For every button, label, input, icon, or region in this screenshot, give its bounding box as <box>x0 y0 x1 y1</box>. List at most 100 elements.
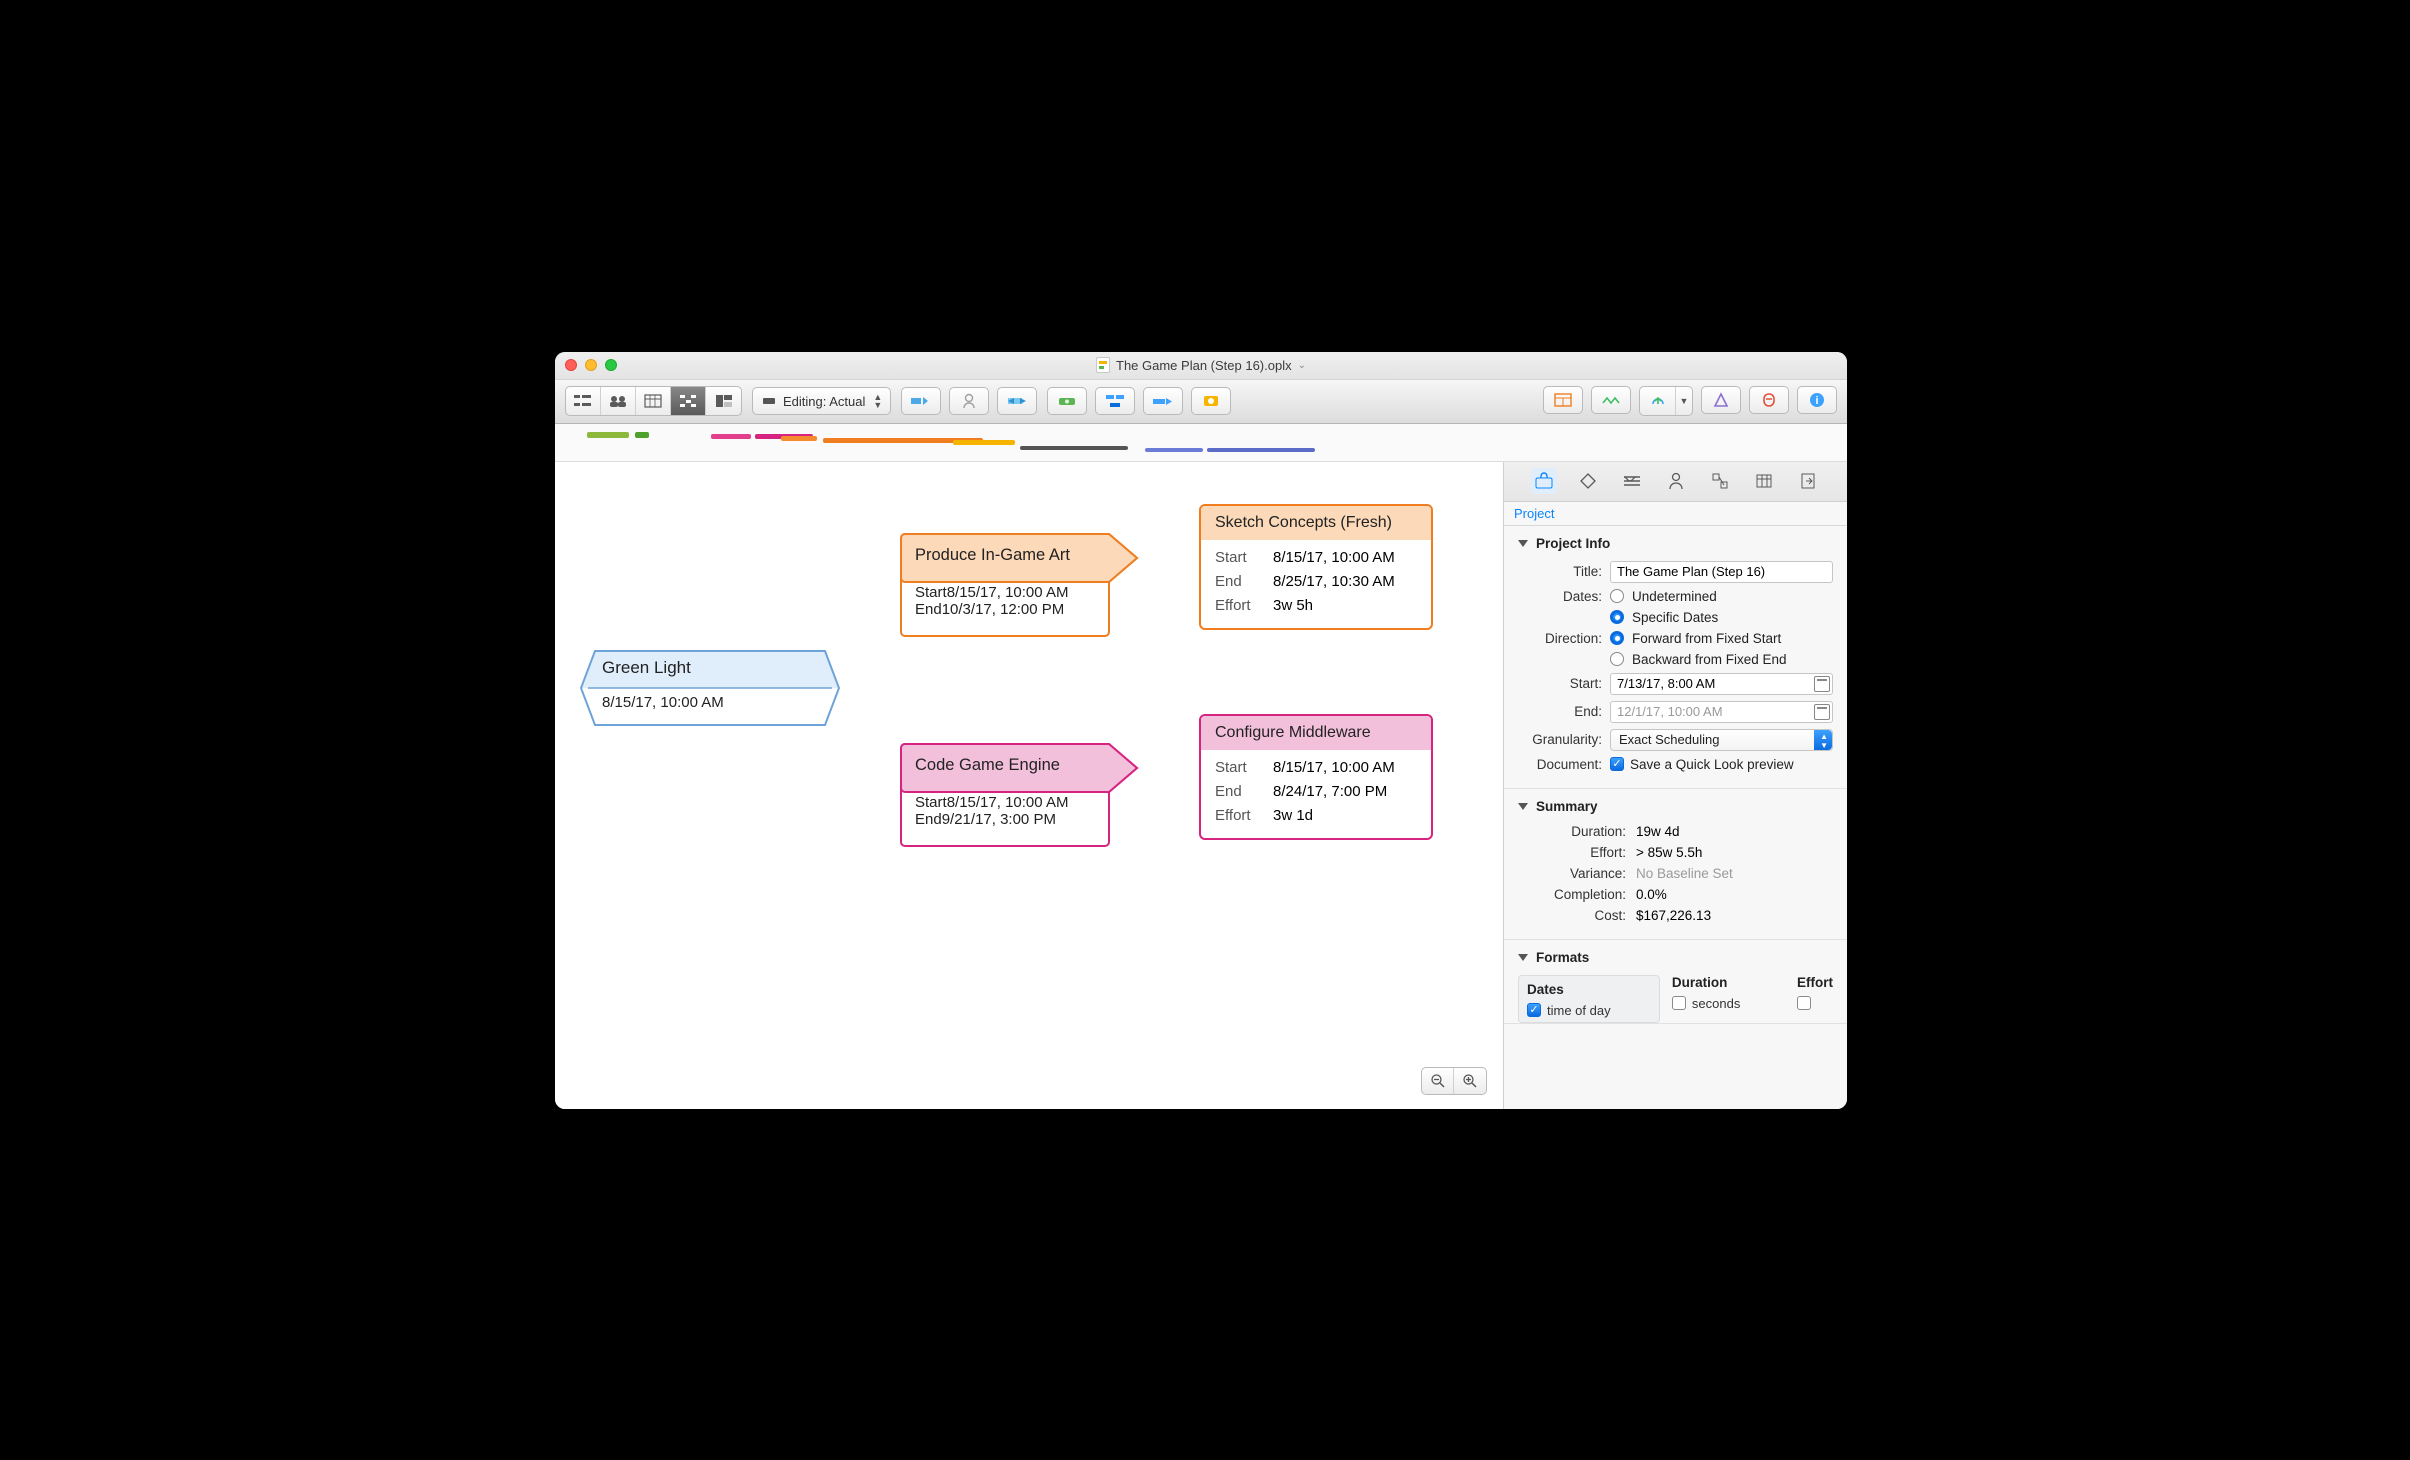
editing-mode-popup[interactable]: Editing: Actual ▲▼ <box>752 387 891 415</box>
duration-seconds-checkbox[interactable] <box>1672 996 1686 1010</box>
node-end: 8/25/17, 10:30 AM <box>1273 570 1395 594</box>
tab-custom-data[interactable] <box>1707 468 1733 494</box>
cost-value: $167,226.13 <box>1636 908 1833 923</box>
tab-milestones[interactable] <box>1575 468 1601 494</box>
project-title-input[interactable] <box>1610 561 1833 583</box>
publish-button[interactable]: ▼ <box>1639 386 1693 416</box>
node-start: 8/15/17, 10:00 AM <box>1273 756 1395 780</box>
disclosure-triangle-icon[interactable] <box>1518 540 1528 547</box>
formats-effort-heading: Effort <box>1797 975 1833 990</box>
dates-specific-radio[interactable] <box>1610 610 1624 624</box>
end-label: End <box>915 811 942 828</box>
quicklook-checkbox[interactable] <box>1610 757 1624 771</box>
calendar-icon[interactable] <box>1814 676 1830 692</box>
node-start: 8/15/17, 10:00 AM <box>947 584 1069 601</box>
milestone-date: 8/15/17, 10:00 AM <box>602 694 724 711</box>
node-end: 8/24/17, 7:00 PM <box>1273 780 1387 804</box>
node-start: 8/15/17, 10:00 AM <box>947 794 1069 811</box>
change-tracking-button[interactable] <box>1701 386 1741 414</box>
node-code-engine[interactable]: Code Game Engine Start8/15/17, 10:00 AM … <box>899 742 1084 836</box>
view-network-button[interactable] <box>671 387 706 415</box>
effort-label: Effort <box>1215 804 1263 828</box>
node-sketch-concepts[interactable]: Sketch Concepts (Fresh) Start8/15/17, 10… <box>1199 504 1433 630</box>
effort-label: Effort <box>1215 594 1263 618</box>
node-title: Sketch Concepts (Fresh) <box>1201 506 1431 540</box>
tab-export[interactable] <box>1795 468 1821 494</box>
window-minimize-button[interactable] <box>585 359 597 371</box>
node-produce-art[interactable]: Produce In-Game Art Start8/15/17, 10:00 … <box>899 532 1086 626</box>
view-styles-button[interactable] <box>706 387 741 415</box>
calendar-icon[interactable] <box>1814 704 1830 720</box>
baseline-button[interactable] <box>1191 387 1231 415</box>
duration-label: Duration: <box>1518 824 1636 839</box>
connectors <box>555 462 855 612</box>
node-end: 10/3/17, 12:00 PM <box>942 601 1065 618</box>
tab-resource[interactable] <box>1663 468 1689 494</box>
view-calendar-button[interactable] <box>636 387 671 415</box>
dates-undetermined-label: Undetermined <box>1632 589 1717 604</box>
formats-duration-heading: Duration <box>1672 975 1781 990</box>
reschedule-button[interactable] <box>1143 387 1183 415</box>
start-label: Start: <box>1518 676 1610 691</box>
tab-styles[interactable] <box>1619 468 1645 494</box>
view-task-outline-button[interactable] <box>566 387 601 415</box>
section-heading: Formats <box>1536 950 1589 965</box>
inspector-toggle-button[interactable]: i <box>1797 386 1837 414</box>
assign-resource-button[interactable] <box>949 387 989 415</box>
inspector-tab-label[interactable]: Project <box>1514 506 1554 521</box>
chevron-down-icon: ▼ <box>1676 387 1692 415</box>
add-milestone-button[interactable] <box>997 387 1037 415</box>
direction-forward-radio[interactable] <box>1610 631 1624 645</box>
variance-label: Variance: <box>1518 866 1636 881</box>
direction-backward-radio[interactable] <box>1610 652 1624 666</box>
duration-value: 19w 4d <box>1636 824 1833 839</box>
add-task-button[interactable] <box>901 387 941 415</box>
window-zoom-button[interactable] <box>605 359 617 371</box>
section-heading: Project Info <box>1536 536 1610 551</box>
node-configure-middleware[interactable]: Configure Middleware Start8/15/17, 10:00… <box>1199 714 1433 840</box>
tab-attachments[interactable] <box>1751 468 1777 494</box>
title-label: Title: <box>1518 564 1610 579</box>
node-title: Code Game Engine <box>899 742 1084 790</box>
formats-dates-heading: Dates <box>1527 982 1651 997</box>
start-label: Start <box>1215 756 1263 780</box>
effort-value: > 85w 5.5h <box>1636 845 1833 860</box>
network-canvas[interactable]: Green Light 8/15/17, 10:00 AM Produce In… <box>555 462 1503 1109</box>
view-switcher <box>565 386 742 416</box>
completion-value: 0.0% <box>1636 887 1833 902</box>
inspector: Project Project Info Title: Dates: <box>1503 462 1847 1109</box>
node-start: 8/15/17, 10:00 AM <box>1273 546 1395 570</box>
zoom-controls <box>1421 1067 1487 1095</box>
time-of-day-checkbox[interactable] <box>1527 1003 1541 1017</box>
view-resources-button[interactable] <box>601 387 636 415</box>
disclosure-triangle-icon[interactable] <box>1518 954 1528 961</box>
section-summary: Summary Duration:19w 4d Effort:> 85w 5.5… <box>1504 789 1847 940</box>
section-formats: Formats Dates time of day Duration secon… <box>1504 940 1847 1024</box>
node-end: 9/21/17, 3:00 PM <box>942 811 1056 828</box>
direction-forward-label: Forward from Fixed Start <box>1632 631 1781 646</box>
toolbar: Editing: Actual ▲▼ <box>555 380 1847 424</box>
effort-seconds-checkbox[interactable] <box>1797 996 1811 1010</box>
level-resources-button[interactable] <box>1047 387 1087 415</box>
title-popup-icon[interactable]: ⌄ <box>1298 360 1306 371</box>
granularity-select[interactable]: Exact Scheduling▲▼ <box>1610 729 1833 751</box>
end-label: End <box>1215 780 1263 804</box>
reports-button[interactable] <box>1543 386 1583 414</box>
dates-undetermined-radio[interactable] <box>1610 589 1624 603</box>
end-label: End <box>1215 570 1263 594</box>
section-heading: Summary <box>1536 799 1598 814</box>
tab-project[interactable] <box>1531 468 1557 494</box>
project-end-input[interactable] <box>1610 701 1833 723</box>
zoom-out-button[interactable] <box>1422 1068 1454 1094</box>
zoom-in-button[interactable] <box>1454 1068 1486 1094</box>
disclosure-triangle-icon[interactable] <box>1518 803 1528 810</box>
direction-label: Direction: <box>1518 631 1610 646</box>
project-start-input[interactable] <box>1610 673 1833 695</box>
stop-button[interactable] <box>1749 386 1789 414</box>
project-overview-strip[interactable] <box>555 424 1847 462</box>
seconds-label: seconds <box>1692 996 1740 1011</box>
simulations-button[interactable] <box>1591 386 1631 414</box>
window-close-button[interactable] <box>565 359 577 371</box>
milestone-green-light[interactable]: Green Light 8/15/17, 10:00 AM <box>580 650 840 726</box>
catch-up-button[interactable] <box>1095 387 1135 415</box>
